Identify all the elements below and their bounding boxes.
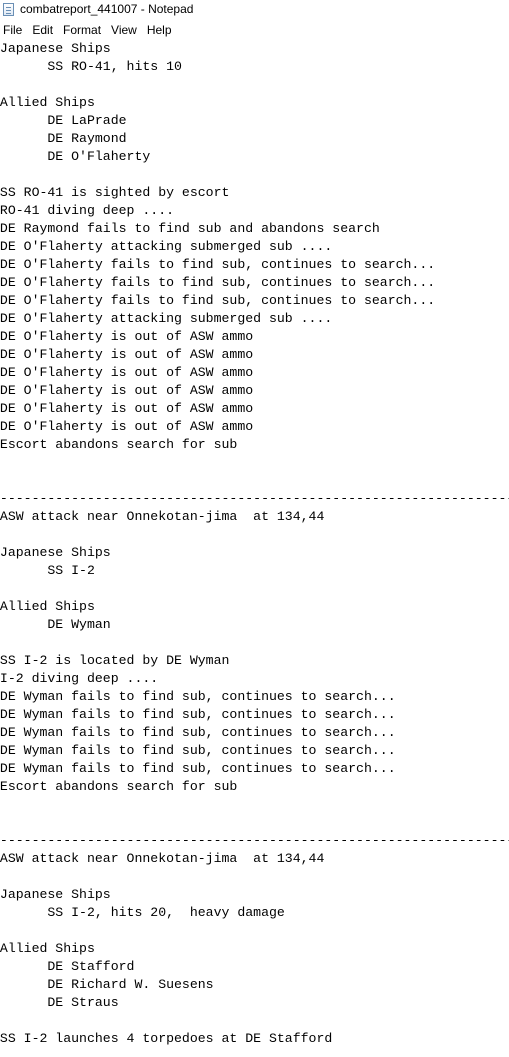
text-line: ASW attack near Onnekotan-jima at 134,44 [0,509,325,524]
text-line [0,922,509,940]
text-line [0,526,509,544]
text-line: DE O'Flaherty is out of ASW ammo [0,347,254,362]
text-line: DE Raymond fails to find sub and abandon… [0,221,380,236]
text-line: DE Raymond [0,131,127,146]
text-line: SS RO-41, hits 10 [0,59,182,74]
text-line: DE O'Flaherty attacking submerged sub ..… [0,239,333,254]
text-line: ----------------------------------------… [0,491,509,506]
text-line: Japanese Ships [0,545,111,560]
text-line [0,76,509,94]
text-line: DE Richard W. Suesens [0,977,214,992]
text-line: DE Wyman fails to find sub, continues to… [0,761,396,776]
menu-bar: File Edit Format View Help [0,20,509,40]
text-line: DE Wyman fails to find sub, continues to… [0,725,396,740]
text-line [0,472,509,490]
text-line: SS I-2 is located by DE Wyman [0,653,230,668]
text-line: SS I-2, hits 20, heavy damage [0,905,285,920]
text-line: DE O'Flaherty fails to find sub, continu… [0,275,436,290]
text-line: DE Stafford [0,959,135,974]
text-line [0,634,509,652]
text-line: Japanese Ships [0,41,111,56]
text-line: Escort abandons search for sub [0,437,238,452]
text-line: DE Wyman fails to find sub, continues to… [0,743,396,758]
text-line: Japanese Ships [0,887,111,902]
window-title: combatreport_441007 - Notepad [20,2,194,16]
text-line: Allied Ships [0,941,95,956]
text-line: Allied Ships [0,599,95,614]
text-line: ----------------------------------------… [0,833,509,848]
text-line [0,454,509,472]
menu-help[interactable]: Help [144,20,172,40]
text-line: ASW attack near Onnekotan-jima at 134,44 [0,851,325,866]
text-line: DE O'Flaherty is out of ASW ammo [0,365,254,380]
text-line [0,1012,509,1030]
menu-edit[interactable]: Edit [29,20,53,40]
text-line: DE Wyman fails to find sub, continues to… [0,689,396,704]
text-line: RO-41 diving deep .... [0,203,175,218]
text-line [0,166,509,184]
text-line: DE O'Flaherty [0,149,151,164]
title-bar[interactable]: combatreport_441007 - Notepad [0,0,509,19]
text-line [0,796,509,814]
notepad-icon [3,3,14,16]
text-line: DE O'Flaherty attacking submerged sub ..… [0,311,333,326]
text-line [0,868,509,886]
menu-format[interactable]: Format [60,20,101,40]
text-line [0,580,509,598]
text-line: DE Wyman fails to find sub, continues to… [0,707,396,722]
text-line: DE O'Flaherty fails to find sub, continu… [0,257,436,272]
text-line: DE O'Flaherty fails to find sub, continu… [0,293,436,308]
text-line: SS I-2 launches 4 torpedoes at DE Staffo… [0,1031,333,1046]
text-line: SS RO-41 is sighted by escort [0,185,230,200]
text-line: DE O'Flaherty is out of ASW ammo [0,383,254,398]
text-line: DE Wyman [0,617,111,632]
text-line: DE O'Flaherty is out of ASW ammo [0,419,254,434]
text-editor[interactable]: Japanese Ships SS RO-41, hits 10 Allied … [0,40,509,1057]
document-text[interactable]: Japanese Ships SS RO-41, hits 10 Allied … [0,40,509,1048]
text-line: DE Straus [0,995,119,1010]
text-line [0,814,509,832]
menu-file[interactable]: File [0,20,22,40]
menu-view[interactable]: View [108,20,137,40]
text-line: Escort abandons search for sub [0,779,238,794]
text-line: SS I-2 [0,563,95,578]
text-line: I-2 diving deep .... [0,671,159,686]
text-line: DE O'Flaherty is out of ASW ammo [0,401,254,416]
text-line: DE LaPrade [0,113,127,128]
text-line: Allied Ships [0,95,95,110]
text-line: DE O'Flaherty is out of ASW ammo [0,329,254,344]
